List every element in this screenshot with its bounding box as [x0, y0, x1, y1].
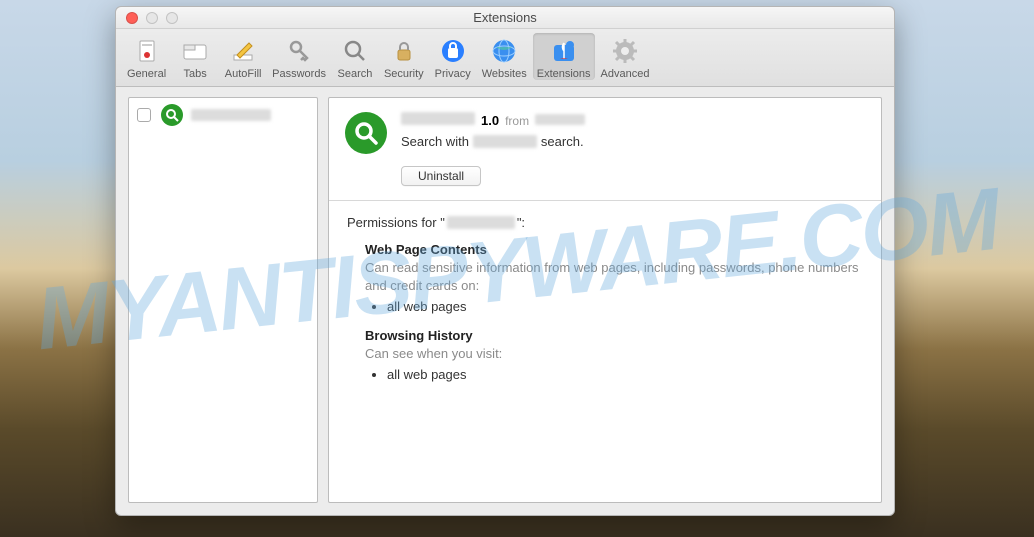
perm-name-redacted: [447, 216, 515, 229]
toolbar-advanced[interactable]: Advanced: [597, 33, 654, 80]
extension-name-redacted: [191, 109, 271, 121]
toolbar-passwords[interactable]: Passwords: [268, 33, 330, 80]
extension-title-line: 1.0 from: [401, 112, 865, 128]
toolbar-security[interactable]: Security: [380, 33, 428, 80]
extension-icon: [161, 104, 183, 126]
perm-prefix: Permissions for ": [347, 215, 445, 230]
lock-icon: [389, 36, 419, 66]
desc-post: search.: [541, 134, 584, 149]
toolbar-websites[interactable]: Websites: [478, 33, 531, 80]
search-icon: [340, 36, 370, 66]
toolbar-autofill[interactable]: AutoFill: [220, 33, 266, 80]
toolbar-label: Search: [338, 68, 373, 80]
extensions-icon: [549, 36, 579, 66]
perm-desc-text: Can read sensitive information from web …: [365, 260, 859, 293]
perm-description: Can see when you visit: all web pages: [365, 345, 863, 384]
toolbar-label: Security: [384, 68, 424, 80]
perm-heading: Browsing History: [365, 328, 863, 343]
privacy-icon: [438, 36, 468, 66]
extension-version: 1.0: [481, 113, 499, 128]
from-label: from: [505, 114, 529, 128]
toolbar-label: Privacy: [435, 68, 471, 80]
enable-checkbox[interactable]: [137, 108, 151, 122]
toolbar-label: Passwords: [272, 68, 326, 80]
extension-name-redacted: [401, 112, 475, 125]
permissions-title: Permissions for " ":: [347, 215, 863, 230]
perm-history: Browsing History Can see when you visit:…: [365, 328, 863, 384]
prefs-window: Extensions General Tabs AutoFill Passw: [115, 6, 895, 516]
toolbar-tabs[interactable]: Tabs: [172, 33, 218, 80]
globe-icon: [489, 36, 519, 66]
window-title: Extensions: [116, 10, 894, 25]
toolbar-extensions[interactable]: Extensions: [533, 33, 595, 80]
toolbar-label: Extensions: [537, 68, 591, 80]
key-icon: [284, 36, 314, 66]
extension-description: Search with search.: [401, 134, 865, 149]
extension-list-item[interactable]: [129, 98, 317, 132]
perm-description: Can read sensitive information from web …: [365, 259, 863, 316]
extension-detail: 1.0 from Search with search. Uninstall: [328, 97, 882, 503]
toolbar-label: Websites: [482, 68, 527, 80]
uninstall-button[interactable]: Uninstall: [401, 166, 481, 186]
desc-redacted: [473, 135, 537, 148]
perm-heading: Web Page Contents: [365, 242, 863, 257]
perm-item: all web pages: [387, 298, 863, 316]
toolbar-label: Advanced: [601, 68, 650, 80]
gear-icon: [610, 36, 640, 66]
general-icon: [132, 36, 162, 66]
toolbar-search[interactable]: Search: [332, 33, 378, 80]
toolbar-label: General: [127, 68, 166, 80]
content-area: 1.0 from Search with search. Uninstall: [116, 87, 894, 515]
perm-suffix: ":: [517, 215, 525, 230]
perm-item: all web pages: [387, 366, 863, 384]
tabs-icon: [180, 36, 210, 66]
desc-pre: Search with: [401, 134, 469, 149]
toolbar: General Tabs AutoFill Passwords Search: [116, 29, 894, 87]
extension-author-redacted: [535, 114, 585, 125]
perm-webcontent: Web Page Contents Can read sensitive inf…: [365, 242, 863, 316]
titlebar: Extensions: [116, 7, 894, 29]
detail-header: 1.0 from Search with search.: [329, 98, 881, 166]
extensions-list: [128, 97, 318, 503]
toolbar-general[interactable]: General: [123, 33, 170, 80]
toolbar-label: Tabs: [184, 68, 207, 80]
perm-desc-text: Can see when you visit:: [365, 346, 502, 361]
autofill-icon: [228, 36, 258, 66]
toolbar-label: AutoFill: [225, 68, 262, 80]
extension-large-icon: [345, 112, 387, 154]
permissions-section: Permissions for " ": Web Page Contents C…: [329, 201, 881, 398]
toolbar-privacy[interactable]: Privacy: [430, 33, 476, 80]
